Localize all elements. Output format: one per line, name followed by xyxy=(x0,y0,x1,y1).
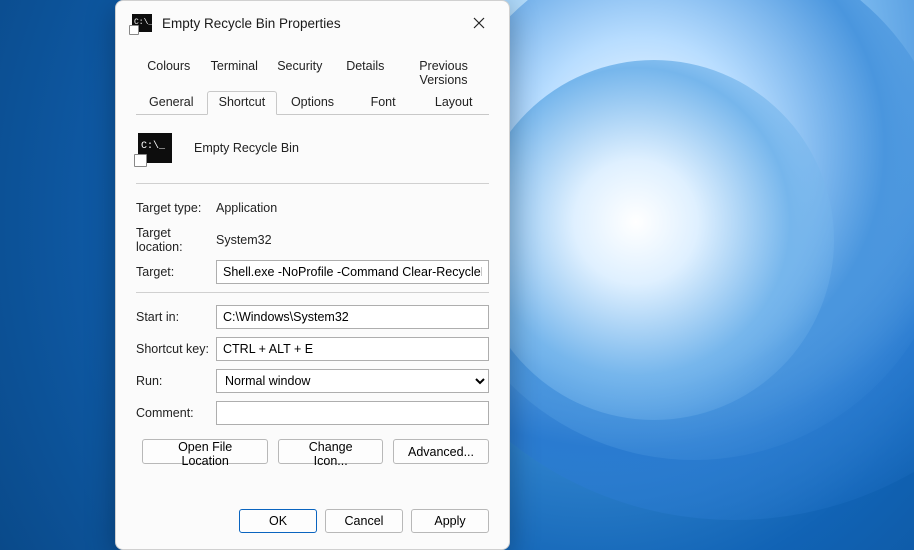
titlebar: Empty Recycle Bin Properties xyxy=(116,1,509,45)
open-file-location-button[interactable]: Open File Location xyxy=(142,439,268,464)
tab-row-2: General Shortcut Options Font Layout xyxy=(136,91,489,114)
target-type-value: Application xyxy=(216,201,277,215)
tab-font[interactable]: Font xyxy=(348,91,419,114)
tab-row-1: Colours Terminal Security Details Previo… xyxy=(136,55,489,91)
window-title: Empty Recycle Bin Properties xyxy=(162,16,459,31)
divider xyxy=(136,292,489,293)
comment-input[interactable] xyxy=(216,401,489,425)
tab-security[interactable]: Security xyxy=(267,55,333,91)
start-in-input[interactable] xyxy=(216,305,489,329)
advanced-button[interactable]: Advanced... xyxy=(393,439,489,464)
tab-general[interactable]: General xyxy=(136,91,207,114)
run-select[interactable]: Normal window xyxy=(216,369,489,393)
shortcut-key-input[interactable] xyxy=(216,337,489,361)
cancel-button[interactable]: Cancel xyxy=(325,509,403,533)
tab-details[interactable]: Details xyxy=(333,55,399,91)
tab-shortcut[interactable]: Shortcut xyxy=(207,91,278,115)
shortcut-key-label: Shortcut key: xyxy=(136,342,216,356)
tab-layout[interactable]: Layout xyxy=(418,91,489,114)
shortcut-large-icon xyxy=(138,133,172,163)
target-location-value: System32 xyxy=(216,233,272,247)
ok-button[interactable]: OK xyxy=(239,509,317,533)
tab-colours[interactable]: Colours xyxy=(136,55,202,91)
close-button[interactable] xyxy=(459,8,499,38)
change-icon-button[interactable]: Change Icon... xyxy=(278,439,383,464)
tab-options[interactable]: Options xyxy=(277,91,348,114)
cmd-icon xyxy=(132,14,152,32)
run-label: Run: xyxy=(136,374,216,388)
divider xyxy=(136,183,489,184)
target-input[interactable] xyxy=(216,260,489,284)
comment-label: Comment: xyxy=(136,406,216,420)
tab-previous-versions[interactable]: Previous Versions xyxy=(398,55,489,91)
target-location-label: Target location: xyxy=(136,226,216,254)
shortcut-name: Empty Recycle Bin xyxy=(194,141,299,155)
target-label: Target: xyxy=(136,265,216,279)
target-type-label: Target type: xyxy=(136,201,216,215)
close-icon xyxy=(473,17,485,29)
tab-terminal[interactable]: Terminal xyxy=(202,55,268,91)
start-in-label: Start in: xyxy=(136,310,216,324)
apply-button[interactable]: Apply xyxy=(411,509,489,533)
properties-dialog: Empty Recycle Bin Properties Colours Ter… xyxy=(115,0,510,550)
